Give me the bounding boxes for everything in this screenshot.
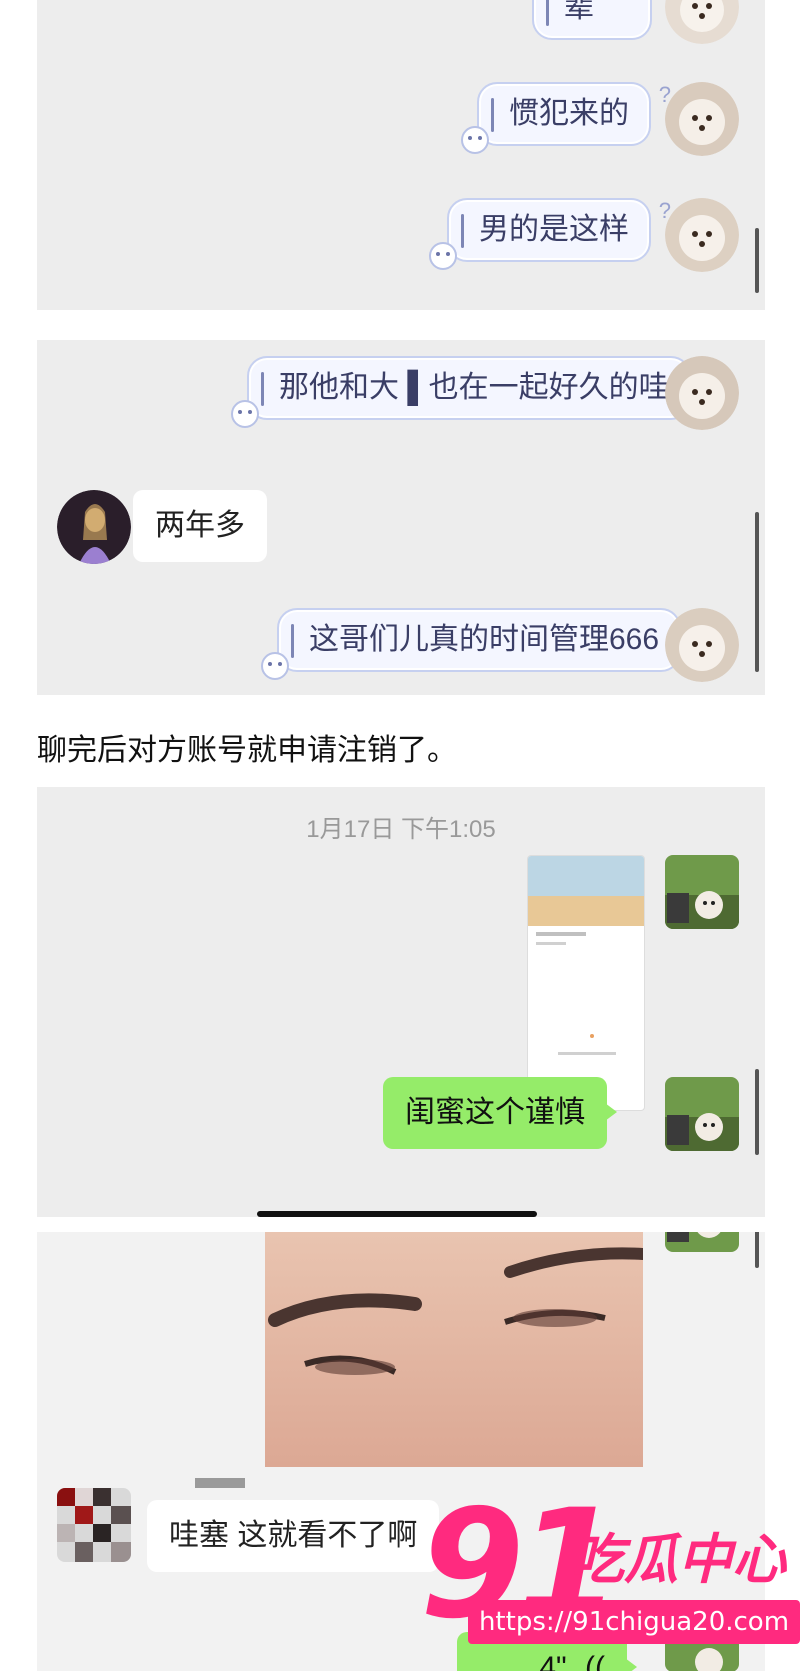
scrollbar[interactable] [755, 512, 759, 672]
cloud-sticker-icon [429, 242, 457, 270]
watermark-url: https://91chigua20.com [468, 1600, 800, 1644]
watermark-logo-title: 吃瓜中心 [570, 1530, 786, 1590]
message-bubble[interactable]: 惯犯来的 ? [477, 82, 671, 146]
girl-avatar-icon [57, 490, 131, 564]
dog-avatar-icon [665, 0, 739, 44]
site-watermark: 91 吃瓜中心 https://91chigua20.com [420, 1490, 800, 1671]
avatar-dog-green[interactable] [665, 1077, 739, 1151]
message-bubble[interactable]: 男的是这样 ? [447, 198, 671, 262]
avatar-dog-green[interactable] [665, 855, 739, 929]
avatar-girl[interactable] [57, 490, 131, 564]
cloud-sticker-icon [231, 400, 259, 428]
article-caption: 聊完后对方账号就申请注销了。 [37, 733, 457, 768]
chat-panel-1: 辈 惯犯来的 ? 男的是这样 ? [37, 0, 765, 310]
message-bubble[interactable]: 辈 [532, 0, 652, 40]
dog-in-park-avatar-icon [665, 1232, 739, 1252]
dog-in-park-avatar-icon [665, 855, 739, 929]
pixelated-avatar-icon [57, 1488, 131, 1562]
scrollbar[interactable] [755, 1069, 759, 1155]
message-bubble[interactable]: 这哥们儿真的时间管理666 ? [277, 608, 701, 672]
dog-avatar-icon [665, 356, 739, 430]
avatar-dog[interactable] [665, 82, 739, 156]
message-text: 那他和大 ▌也在一起好久的哇 [279, 371, 669, 404]
message-text: 这哥们儿真的时间管理666 [309, 623, 660, 656]
dog-avatar-icon [665, 608, 739, 682]
message-text: 闺蜜这个谨慎 [405, 1096, 585, 1129]
message-timestamp: 1月17日 下午1:05 [306, 816, 496, 843]
home-indicator [257, 1211, 537, 1217]
scrollbar[interactable] [755, 1232, 759, 1268]
avatar-dog[interactable] [665, 356, 739, 430]
cloud-sticker-icon [261, 652, 289, 680]
dog-in-park-avatar-icon [665, 1077, 739, 1151]
avatar-dog[interactable] [665, 0, 739, 44]
squinting-face-meme-image [265, 1232, 643, 1467]
message-text: 辈 [564, 0, 594, 24]
message-text: 男的是这样 [479, 213, 629, 246]
avatar-dog[interactable] [665, 198, 739, 272]
avatar-mosaic[interactable] [57, 1488, 131, 1562]
cloud-sticker-icon [461, 126, 489, 154]
avatar-dog[interactable] [665, 608, 739, 682]
chat-panel-3: 1月17日 下午1:05 闺蜜这个谨慎 [37, 787, 765, 1217]
scrollbar[interactable] [755, 228, 759, 293]
dog-avatar-icon [665, 198, 739, 272]
dog-avatar-icon [665, 82, 739, 156]
phone-screenshot-thumbnail [528, 856, 644, 1055]
message-bubble[interactable]: 闺蜜这个谨慎 [383, 1077, 617, 1149]
message-text: 两年多 [155, 509, 245, 542]
chat-panel-2: 那他和大 ▌也在一起好久的哇 ? 两年多 这哥们儿真的时间管理666 ? [37, 340, 765, 695]
message-bubble[interactable]: 那他和大 ▌也在一起好久的哇 ? [247, 356, 711, 420]
message-text: 哇塞 这就看不了啊 [169, 1519, 418, 1552]
meme-image-message[interactable] [265, 1232, 643, 1467]
sender-name-redacted [195, 1478, 245, 1488]
message-bubble[interactable]: 两年多 [133, 490, 267, 562]
message-bubble[interactable]: 哇塞 这就看不了啊 [147, 1500, 440, 1572]
message-text: 惯犯来的 [509, 97, 629, 130]
screenshot-image-message[interactable] [527, 855, 645, 1111]
avatar-dog-green[interactable] [665, 1232, 739, 1252]
